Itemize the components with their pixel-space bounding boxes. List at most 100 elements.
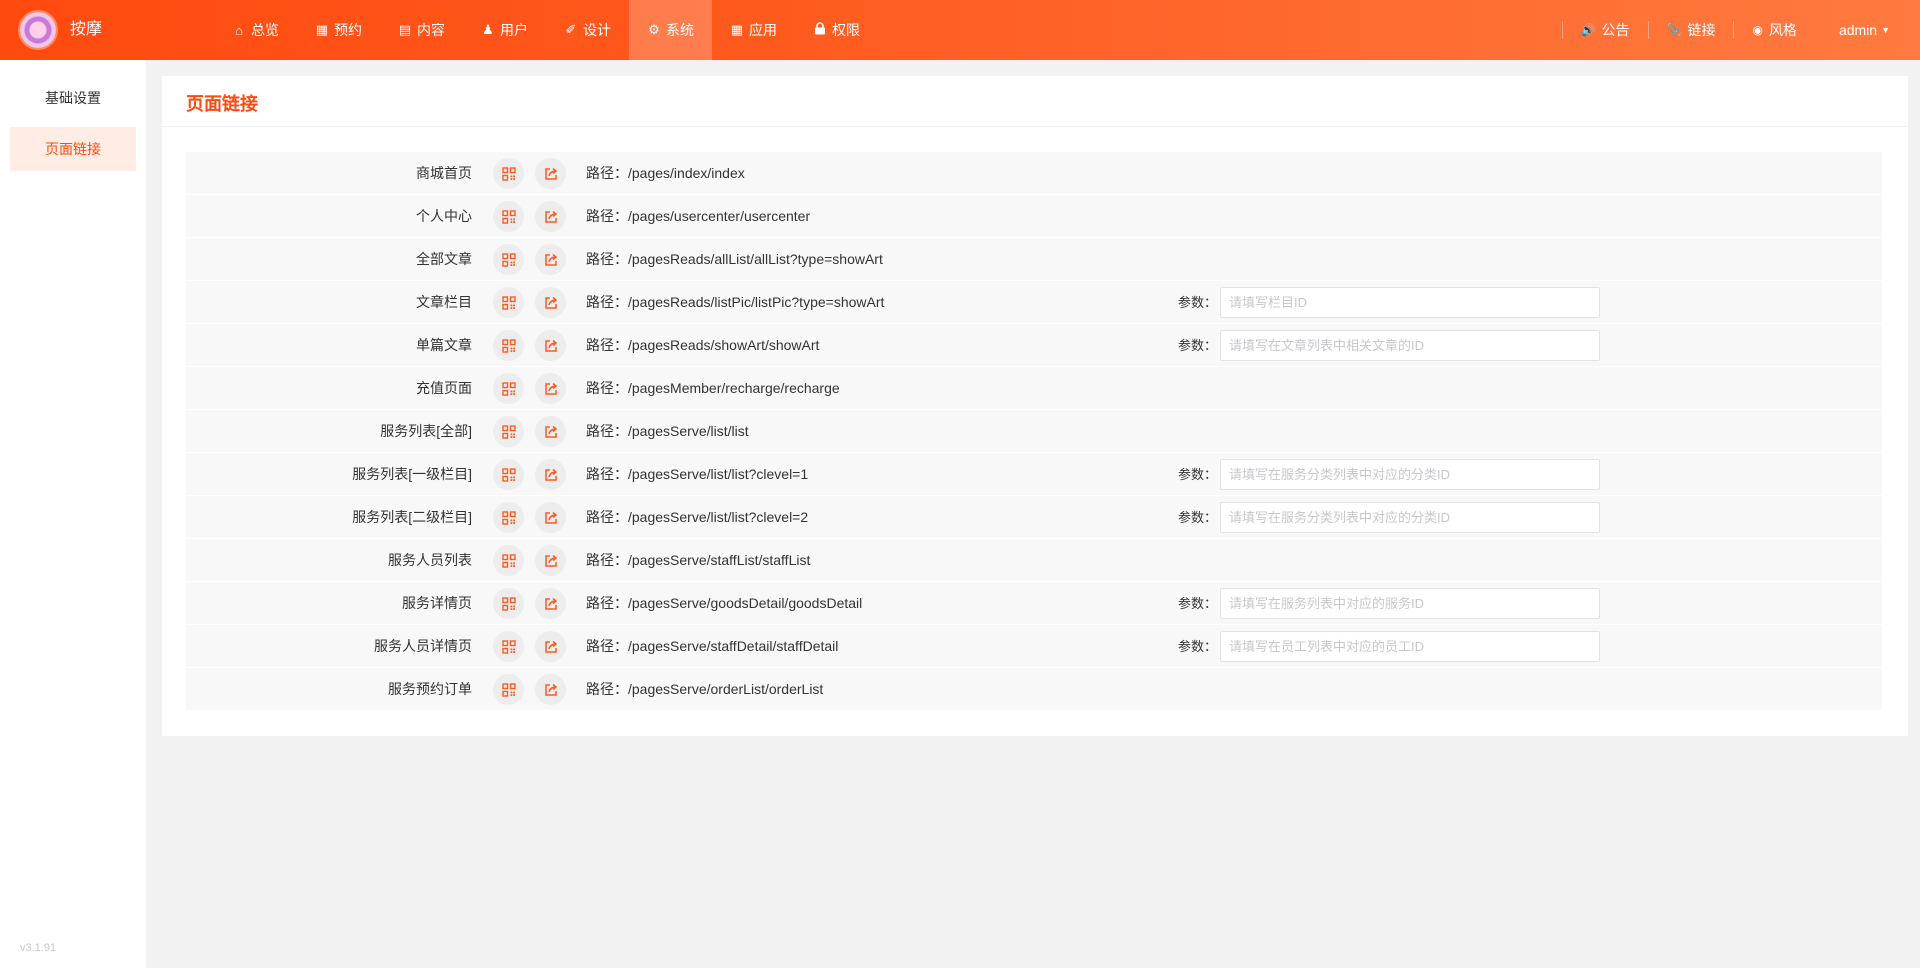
param-input[interactable] (1220, 631, 1600, 662)
param-label: 参数： (1178, 596, 1218, 611)
page-name: 服务详情页 (402, 595, 472, 611)
param-input[interactable] (1220, 330, 1600, 361)
open-link-button[interactable] (535, 416, 566, 447)
qrcode-button[interactable] (493, 158, 524, 189)
sidebar-item-basic-settings[interactable]: 基础设置 (10, 76, 136, 120)
param-input[interactable] (1220, 287, 1600, 318)
nav-label: 用户 (500, 22, 528, 38)
qrcode-button[interactable] (493, 330, 524, 361)
qrcode-button[interactable] (493, 287, 524, 318)
calendar-icon: ▦ (315, 22, 329, 37)
qrcode-button[interactable] (493, 459, 524, 490)
page-name: 服务列表[一级栏目] (352, 466, 472, 482)
link-row: 充值页面 路径：/pagesMember/recharge/recharge (186, 367, 1882, 410)
qrcode-button[interactable] (493, 588, 524, 619)
open-link-button[interactable] (535, 244, 566, 275)
brush-icon: ✐ (565, 22, 577, 37)
param-input[interactable] (1220, 502, 1600, 533)
style-link[interactable]: ◉ 风格 (1733, 21, 1814, 39)
qrcode-icon (501, 639, 516, 654)
open-link-button[interactable] (535, 459, 566, 490)
page-name: 服务列表[二级栏目] (352, 509, 472, 525)
open-link-button[interactable] (535, 287, 566, 318)
link-row: 全部文章 路径：/pagesReads/allList/allList?type… (186, 238, 1882, 281)
grid-icon: ▦ (730, 22, 744, 37)
user-menu[interactable]: admin ▼ (1815, 21, 1920, 39)
nav-label: 权限 (832, 22, 860, 38)
qrcode-button[interactable] (493, 674, 524, 705)
param-label: 参数： (1178, 510, 1218, 525)
nav-item-permissions[interactable]: 权限 (795, 0, 878, 60)
version-label: v3.1.91 (20, 942, 57, 954)
page-path: 路径：/pagesReads/allList/allList?type=show… (586, 251, 883, 267)
share-icon (544, 683, 557, 696)
open-link-button[interactable] (535, 330, 566, 361)
open-link-button[interactable] (535, 158, 566, 189)
share-icon (544, 425, 557, 438)
page-name: 商城首页 (416, 165, 472, 181)
header-right-menu: 🔊 公告 📎 链接 ◉ 风格 admin ▼ (1561, 0, 1920, 60)
qrcode-button[interactable] (493, 545, 524, 576)
notice-link[interactable]: 🔊 公告 (1561, 21, 1648, 39)
page-name: 充值页面 (416, 380, 472, 396)
nav-label: 总览 (251, 22, 279, 38)
document-icon: ▤ (398, 22, 412, 37)
open-link-button[interactable] (535, 674, 566, 705)
page-path: 路径：/pagesMember/recharge/recharge (586, 380, 840, 396)
nav-item-content[interactable]: ▤ 内容 (380, 0, 463, 60)
open-link-button[interactable] (535, 631, 566, 662)
param-input[interactable] (1220, 459, 1600, 490)
style-label: 风格 (1768, 22, 1797, 38)
top-navbar: 按摩 ⌂ 总览 ▦ 预约 ▤ 内容 ♟ 用户 ✐ 设计 ⚙ 系统 ▦ 应用 权限… (0, 0, 1920, 60)
link-row: 个人中心 路径：/pages/usercenter/usercenter (186, 195, 1882, 238)
main-nav: ⌂ 总览 ▦ 预约 ▤ 内容 ♟ 用户 ✐ 设计 ⚙ 系统 ▦ 应用 权限 (214, 0, 878, 60)
open-link-button[interactable] (535, 545, 566, 576)
nav-item-users[interactable]: ♟ 用户 (463, 0, 546, 60)
palette-icon: ◉ (1752, 23, 1763, 37)
nav-label: 应用 (749, 22, 777, 38)
page-name: 服务列表[全部] (380, 423, 472, 439)
qrcode-icon (501, 510, 516, 525)
qrcode-icon (501, 338, 516, 353)
lock-icon (813, 22, 827, 38)
page-name: 文章栏目 (416, 294, 472, 310)
qrcode-button[interactable] (493, 201, 524, 232)
page-name: 全部文章 (416, 251, 472, 267)
link-row: 商城首页 路径：/pages/index/index (186, 152, 1882, 195)
nav-item-overview[interactable]: ⌂ 总览 (214, 0, 297, 60)
qrcode-button[interactable] (493, 502, 524, 533)
page-path: 路径：/pagesServe/staffList/staffList (586, 552, 811, 568)
open-link-button[interactable] (535, 373, 566, 404)
page-name: 服务预约订单 (388, 681, 472, 697)
link-link[interactable]: 📎 链接 (1647, 21, 1734, 39)
megaphone-icon: 🔊 (1580, 23, 1596, 37)
qrcode-icon (501, 596, 516, 611)
nav-item-booking[interactable]: ▦ 预约 (297, 0, 380, 60)
open-link-button[interactable] (535, 201, 566, 232)
page-name: 单篇文章 (416, 337, 472, 353)
qrcode-button[interactable] (493, 373, 524, 404)
param-input[interactable] (1220, 588, 1600, 619)
open-link-button[interactable] (535, 588, 566, 619)
share-icon (544, 468, 557, 481)
nav-item-design[interactable]: ✐ 设计 (546, 0, 629, 60)
qrcode-button[interactable] (493, 631, 524, 662)
share-icon (544, 253, 557, 266)
param-label: 参数： (1178, 295, 1218, 310)
user-icon: ♟ (482, 22, 494, 37)
sidebar-item-page-links[interactable]: 页面链接 (10, 127, 136, 171)
app-logo[interactable] (20, 12, 56, 48)
nav-item-apps[interactable]: ▦ 应用 (712, 0, 795, 60)
qrcode-icon (501, 424, 516, 439)
share-icon (544, 296, 557, 309)
open-link-button[interactable] (535, 502, 566, 533)
qrcode-button[interactable] (493, 416, 524, 447)
qrcode-icon (501, 209, 516, 224)
nav-label: 系统 (666, 22, 694, 38)
page-name: 个人中心 (416, 208, 472, 224)
link-row: 服务预约订单 路径：/pagesServe/orderList/orderLis… (186, 668, 1882, 711)
page-path: 路径：/pagesServe/list/list (586, 423, 749, 439)
nav-item-system[interactable]: ⚙ 系统 (629, 0, 712, 60)
page-path: 路径：/pagesServe/orderList/orderList (586, 681, 824, 697)
qrcode-button[interactable] (493, 244, 524, 275)
